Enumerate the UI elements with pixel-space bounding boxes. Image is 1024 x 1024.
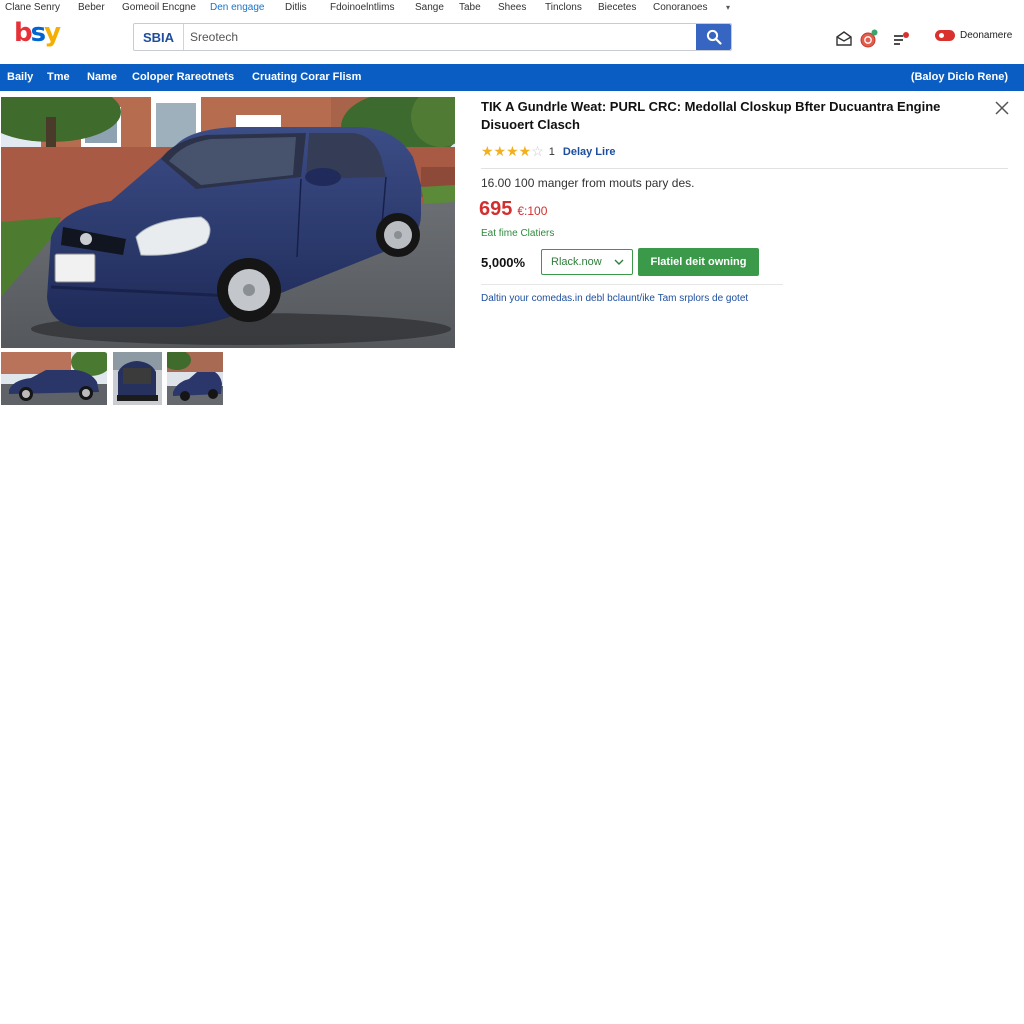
- thumbnail-image[interactable]: [1, 352, 107, 405]
- star-rating-icon: ★★★★☆: [481, 143, 544, 159]
- info-link[interactable]: Daltin your comedas.in debl bclaunt/ike …: [481, 293, 748, 304]
- price-secondary: €:100: [517, 204, 548, 218]
- main-product-image[interactable]: [1, 97, 455, 348]
- select-value: Rlack.now: [551, 256, 602, 268]
- quantity: 5,000%: [481, 255, 526, 270]
- top-link[interactable]: Biecetes: [598, 2, 636, 13]
- top-link[interactable]: Fdoinoelntlims: [330, 2, 394, 13]
- chevron-down-icon[interactable]: ▾: [726, 3, 730, 12]
- mail-icon: [836, 31, 852, 46]
- logo-letter: y: [44, 18, 61, 48]
- car-photo: [1, 97, 455, 348]
- nav-item[interactable]: Name: [87, 71, 117, 83]
- car-thumbnail: [1, 352, 107, 405]
- top-link[interactable]: Beber: [78, 2, 105, 13]
- top-link[interactable]: Tabe: [459, 2, 481, 13]
- chevron-down-icon: [614, 259, 624, 265]
- account-label: Deonamere: [960, 30, 1013, 41]
- account-menu[interactable]: Deonamere: [935, 30, 1012, 41]
- rating-count: 1: [548, 145, 555, 158]
- logo-letter: s: [30, 18, 47, 48]
- rating: ★★★★☆ 1 Delay Lire: [481, 143, 615, 160]
- top-link[interactable]: Ditlis: [285, 2, 307, 13]
- notification-icon: [860, 29, 878, 48]
- listing-title: TIK A Gundrle Weat: PURL CRC: Medollal C…: [481, 99, 941, 132]
- top-link[interactable]: Conoranoes: [653, 2, 707, 13]
- car-thumbnail: [113, 352, 162, 405]
- option-select[interactable]: Rlack.now: [541, 249, 633, 275]
- mail-button[interactable]: [833, 28, 855, 50]
- car-thumbnail: [167, 352, 223, 405]
- cart-button[interactable]: [890, 28, 912, 50]
- logo-letter: b: [14, 18, 33, 48]
- top-utility-bar: Clane Senry Beber Gomeoil Encgne Den eng…: [0, 0, 1024, 14]
- top-link-active[interactable]: Den engage: [210, 2, 265, 13]
- nav-item[interactable]: Coloper Rareotnets: [132, 71, 234, 83]
- nav-right-link[interactable]: (Baloy Diclo Rene): [911, 71, 1008, 83]
- shipping-info: Eat fime Clatiers: [481, 228, 555, 239]
- search-button[interactable]: [696, 24, 731, 50]
- rating-link[interactable]: Delay Lire: [563, 146, 616, 158]
- thumbnail-image[interactable]: [167, 352, 223, 405]
- top-link[interactable]: Clane Senry: [5, 2, 60, 13]
- close-button[interactable]: [994, 100, 1010, 116]
- nav-item[interactable]: Baily: [7, 71, 33, 83]
- price-main: 695: [479, 198, 513, 220]
- divider: [481, 284, 783, 285]
- search-icon: [706, 29, 722, 45]
- thumbnail-image[interactable]: [113, 352, 162, 405]
- buy-button[interactable]: Flatiel deit owning: [638, 248, 759, 276]
- close-icon: [995, 101, 1009, 115]
- notification-button[interactable]: [857, 28, 879, 50]
- top-link[interactable]: Shees: [498, 2, 526, 13]
- divider: [481, 168, 1008, 169]
- top-link[interactable]: Sange: [415, 2, 444, 13]
- toggle-icon: [935, 30, 955, 41]
- listing-subtitle: 16.00 100 manger from mouts pary des.: [481, 176, 695, 190]
- price: 695 €:100: [479, 198, 547, 221]
- header: bsy SBIA Deonam: [0, 14, 1024, 64]
- category-nav: Baily Tme Name Coloper Rareotnets Cruati…: [0, 64, 1024, 91]
- nav-item[interactable]: Tme: [47, 71, 70, 83]
- top-link[interactable]: Gomeoil Encgne: [122, 2, 196, 13]
- search-input[interactable]: [184, 24, 696, 50]
- cart-icon: [894, 32, 909, 45]
- site-logo[interactable]: bsy: [14, 18, 61, 48]
- top-link[interactable]: Tinclons: [545, 2, 582, 13]
- nav-item[interactable]: Cruating Corar Flism: [252, 71, 361, 83]
- search-bar: SBIA: [133, 23, 732, 51]
- search-category[interactable]: SBIA: [134, 24, 184, 50]
